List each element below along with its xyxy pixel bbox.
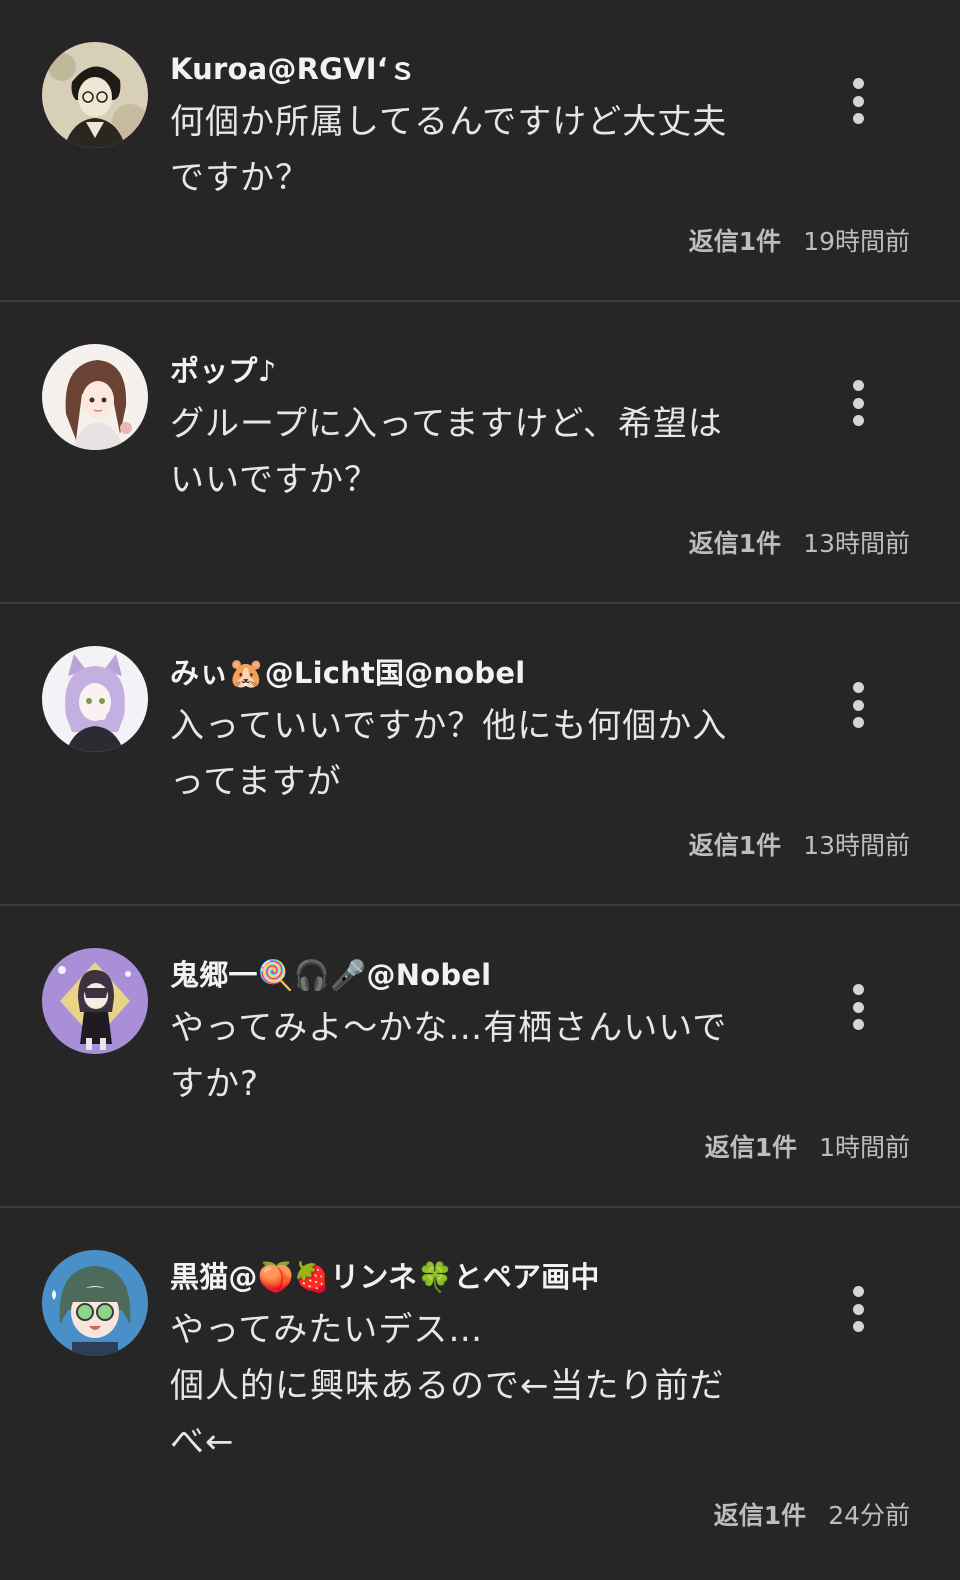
reply-count-button[interactable]: 返信1件 — [689, 524, 781, 560]
avatar[interactable] — [42, 1250, 148, 1356]
comment-feed: Kuroa@RGVI‘ｓ 何個か所属してるんですけど大丈夫 ですか？ 返信1件 … — [0, 0, 960, 1580]
comment-author[interactable]: Kuroa@RGVI‘ｓ — [170, 46, 417, 88]
avatar-image — [42, 948, 148, 1054]
reply-count-button[interactable]: 返信1件 — [705, 1128, 797, 1164]
comment-text: やってみたいデス… 個人的に興味あるので←当たり前だ べ← — [170, 1310, 725, 1462]
avatar[interactable] — [42, 42, 148, 148]
comment-meta: 返信1件 13時間前 — [689, 524, 910, 560]
avatar-image — [42, 1250, 148, 1356]
comment-author[interactable]: 鬼郷一🍭🎧🎤@Nobel — [170, 952, 491, 994]
comment-author[interactable]: 黒猫@🍑🍓リンネ🍀とペア画中 — [170, 1254, 600, 1296]
comment-text: 何個か所属してるんですけど大丈夫 ですか？ — [170, 102, 728, 198]
comment-author[interactable]: ポップ♪ — [170, 348, 276, 390]
avatar-image — [42, 344, 148, 450]
comment-item: ポップ♪ グループに入ってますけど、希望は いいですか？ 返信1件 13時間前 — [0, 302, 960, 604]
comment-meta: 返信1件 19時間前 — [689, 222, 910, 258]
reply-count-button[interactable]: 返信1件 — [714, 1496, 806, 1532]
avatar[interactable] — [42, 646, 148, 752]
comment-timestamp: 24分前 — [828, 1501, 910, 1530]
more-options-icon[interactable] — [838, 982, 878, 1032]
comment-text: グループに入ってますけど、希望は いいですか？ — [170, 404, 723, 500]
reply-count-button[interactable]: 返信1件 — [689, 222, 781, 258]
comment-timestamp: 13時間前 — [803, 831, 910, 860]
comment-author[interactable]: みぃ🐹@Licht国@nobel — [170, 650, 525, 692]
comment-item: 黒猫@🍑🍓リンネ🍀とペア画中 やってみたいデス… 個人的に興味あるので←当たり前… — [0, 1208, 960, 1578]
comment-timestamp: 1時間前 — [819, 1133, 910, 1162]
comment-text: やってみよ～かな…有栖さんいいで すか? — [170, 1008, 728, 1104]
comment-item: みぃ🐹@Licht国@nobel 入っていいですか？他にも何個か入 ってますが … — [0, 604, 960, 906]
avatar[interactable] — [42, 344, 148, 450]
comment-timestamp: 19時間前 — [803, 227, 910, 256]
comment-item: Kuroa@RGVI‘ｓ 何個か所属してるんですけど大丈夫 ですか？ 返信1件 … — [0, 0, 960, 302]
more-options-icon[interactable] — [838, 680, 878, 730]
comment-meta: 返信1件 13時間前 — [689, 826, 910, 862]
reply-count-button[interactable]: 返信1件 — [689, 826, 781, 862]
comment-timestamp: 13時間前 — [803, 529, 910, 558]
avatar-image — [42, 42, 148, 148]
avatar[interactable] — [42, 948, 148, 1054]
comment-meta: 返信1件 1時間前 — [705, 1128, 910, 1164]
comment-item: 鬼郷一🍭🎧🎤@Nobel やってみよ～かな…有栖さんいいで すか? 返信1件 1… — [0, 906, 960, 1208]
avatar-image — [42, 646, 148, 752]
comment-meta: 返信1件 24分前 — [714, 1496, 910, 1532]
comment-text: 入っていいですか？他にも何個か入 ってますが — [170, 706, 728, 802]
more-options-icon[interactable] — [838, 378, 878, 428]
more-options-icon[interactable] — [838, 1284, 878, 1334]
more-options-icon[interactable] — [838, 76, 878, 126]
